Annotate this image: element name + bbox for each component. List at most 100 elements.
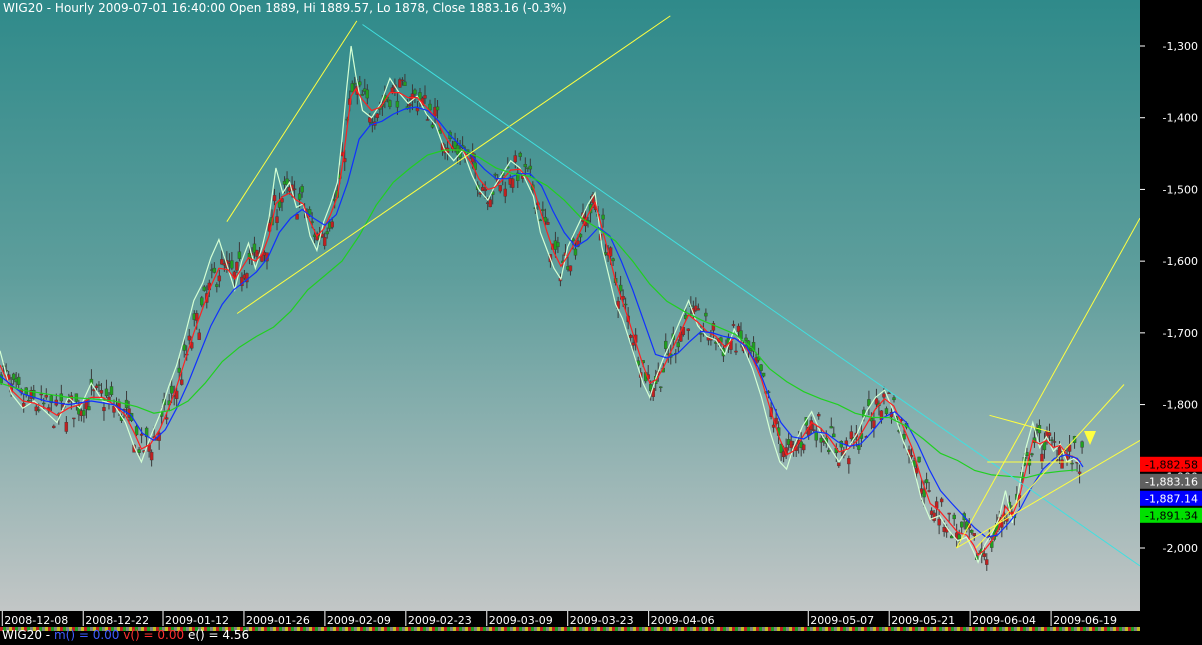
price-tag-label: -1,883.16 <box>1145 475 1198 488</box>
price-chart[interactable]: -1,300-1,400-1,500-1,600-1,700-1,800-1,9… <box>0 0 1202 641</box>
volume-strip <box>909 627 912 631</box>
candle-body <box>952 514 956 520</box>
price-tag-label: -1,887.14 <box>1145 492 1198 505</box>
volume-strip <box>660 627 663 631</box>
volume-strip <box>576 627 579 631</box>
volume-strip <box>675 627 678 631</box>
volume-strip <box>996 627 999 631</box>
volume-strip <box>558 627 561 631</box>
indicator-legend: WIG20 - m() = 0.00 v() = 0.00 e() = 4.56 <box>2 628 249 642</box>
volume-strip <box>1101 627 1104 631</box>
volume-strip <box>1107 627 1110 631</box>
volume-strip <box>1017 627 1020 631</box>
candle-body <box>82 410 86 416</box>
volume-strip <box>453 627 456 631</box>
chart-title: WIG20 - Hourly 2009-07-01 16:40:00 Open … <box>3 1 567 15</box>
volume-strip <box>819 627 822 631</box>
candle-body <box>195 313 199 321</box>
volume-strip <box>666 627 669 631</box>
volume-strip <box>693 627 696 631</box>
candle-body <box>1047 432 1052 436</box>
candle-body <box>518 152 522 157</box>
volume-strip <box>1086 627 1089 631</box>
volume-strip <box>762 627 765 631</box>
volume-strip <box>822 627 825 631</box>
volume-strip <box>264 627 267 631</box>
volume-strip <box>381 627 384 631</box>
candle-body <box>297 193 302 200</box>
volume-strip <box>633 627 636 631</box>
volume-strip <box>714 627 717 631</box>
volume-strip <box>840 627 843 631</box>
volume-strip <box>1122 627 1125 631</box>
volume-strip <box>798 627 801 631</box>
volume-strip <box>1077 627 1080 631</box>
volume-strip <box>477 627 480 631</box>
volume-strip <box>615 627 618 631</box>
volume-strip <box>771 627 774 631</box>
volume-strip <box>543 627 546 631</box>
volume-strip <box>879 627 882 631</box>
volume-strip <box>1023 627 1026 631</box>
y-tick-label: -1,600 <box>1163 255 1198 268</box>
volume-strip <box>339 627 342 631</box>
volume-strip <box>906 627 909 631</box>
volume-strip <box>825 627 828 631</box>
volume-strip <box>1050 627 1053 631</box>
volume-strip <box>789 627 792 631</box>
volume-strip <box>426 627 429 631</box>
volume-strip <box>1005 627 1008 631</box>
candle-body <box>829 426 833 429</box>
volume-strip <box>933 627 936 631</box>
candle-body <box>731 324 736 326</box>
volume-strip <box>882 627 885 631</box>
candle-body <box>513 155 517 163</box>
candle-body <box>350 83 354 93</box>
candle-body <box>67 400 71 402</box>
candle-body <box>202 286 206 291</box>
volume-strip <box>609 627 612 631</box>
volume-strip <box>717 627 720 631</box>
candle-body <box>618 284 623 292</box>
candle-body <box>493 173 497 176</box>
candle-body <box>488 199 492 208</box>
candle-body <box>177 367 181 373</box>
volume-strip <box>834 627 837 631</box>
volume-strip <box>309 627 312 631</box>
candle-body <box>985 559 989 565</box>
candle-body <box>52 425 56 428</box>
candle-body <box>97 384 101 386</box>
volume-strip <box>702 627 705 631</box>
volume-strip <box>732 627 735 631</box>
volume-strip <box>1092 627 1095 631</box>
volume-strip <box>720 627 723 631</box>
candle-body <box>37 409 41 411</box>
candle-body <box>924 479 929 484</box>
x-tick-label: 2009-03-23 <box>570 614 634 627</box>
volume-strip <box>414 627 417 631</box>
candle-body <box>307 209 312 215</box>
chart-area[interactable]: -1,300-1,400-1,500-1,600-1,700-1,800-1,9… <box>0 0 1202 642</box>
volume-strip <box>975 627 978 631</box>
y-tick-label: -1,700 <box>1163 327 1198 340</box>
volume-strip <box>1059 627 1062 631</box>
volume-strip <box>861 627 864 631</box>
volume-strip <box>1104 627 1107 631</box>
candle-body <box>957 534 961 540</box>
volume-strip <box>915 627 918 631</box>
volume-strip <box>987 627 990 631</box>
candle-body <box>72 417 76 420</box>
volume-strip <box>849 627 852 631</box>
volume-strip <box>621 627 624 631</box>
volume-strip <box>831 627 834 631</box>
volume-strip <box>759 627 762 631</box>
volume-strip <box>630 627 633 631</box>
candle-body <box>353 82 357 85</box>
volume-strip <box>423 627 426 631</box>
volume-strip <box>330 627 333 631</box>
volume-strip <box>495 627 498 631</box>
candle-body <box>1040 453 1044 463</box>
volume-strip <box>411 627 414 631</box>
volume-strip <box>396 627 399 631</box>
candle-body <box>330 221 334 228</box>
